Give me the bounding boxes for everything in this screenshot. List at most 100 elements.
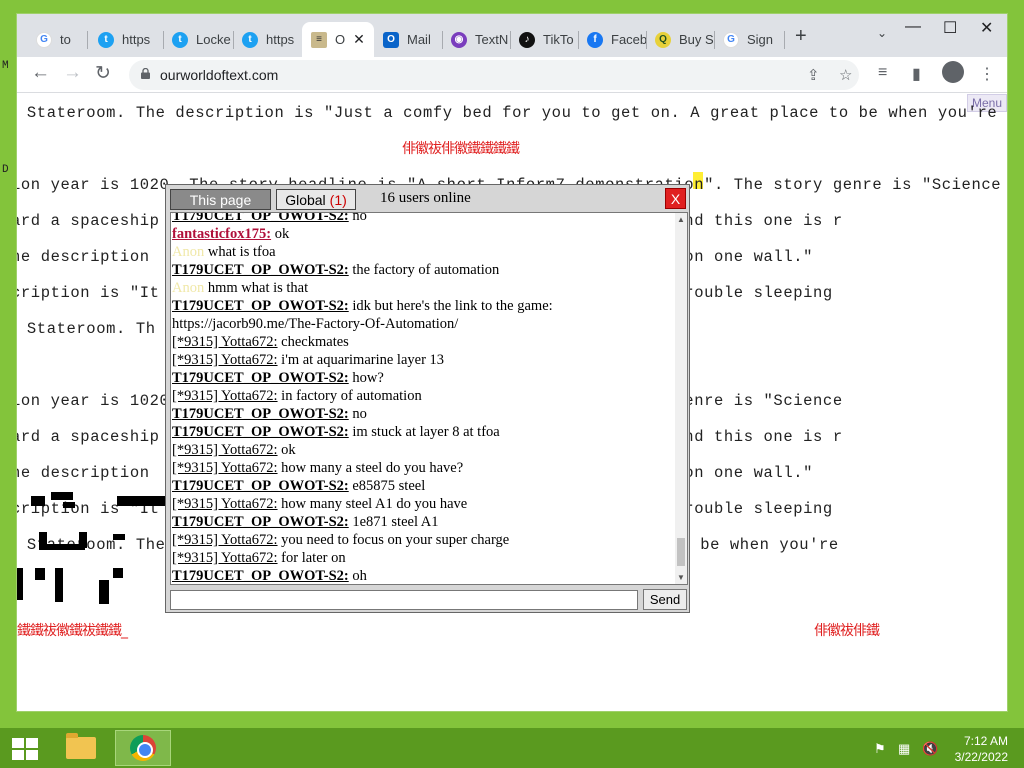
red-text: 鐵鐵祓徽鐵祓鐵鐵_	[17, 623, 128, 639]
system-clock[interactable]: 7:12 AM 3/22/2022	[955, 733, 1008, 765]
maximize-button[interactable]: ☐	[943, 18, 957, 38]
chat-username[interactable]: [*9315] Yotta672:	[172, 388, 278, 404]
tab-label: TikTo	[543, 32, 574, 47]
close-tab-icon[interactable]: ✕	[353, 31, 365, 48]
chat-message-text: how many a steel do you have?	[277, 460, 464, 476]
chat-message-text: you need to focus on your super charge	[277, 532, 510, 548]
chat-username[interactable]: T179UCET_OP_OWOT-S2:	[172, 424, 349, 440]
chrome-taskbar-button[interactable]	[115, 730, 171, 766]
tab-tiktok[interactable]: ♪ TikTo	[510, 22, 578, 57]
bookmark-star-icon[interactable]: ☆	[839, 66, 852, 84]
scroll-up-icon[interactable]: ▲	[677, 215, 685, 224]
chat-username[interactable]: [*9315] Yotta672:	[172, 550, 278, 566]
pixel-art-block	[55, 568, 63, 602]
chat-username[interactable]: [*9315] Yotta672:	[172, 532, 278, 548]
kebab-menu-icon[interactable]: ⋮	[979, 64, 995, 84]
forward-icon[interactable]: →	[63, 62, 82, 84]
windows-start-icon[interactable]	[12, 738, 38, 760]
chat-username[interactable]: T179UCET_OP_OWOT-S2:	[172, 298, 349, 314]
textnow-icon: ◉	[451, 31, 467, 48]
pixel-art-block	[117, 496, 165, 506]
chat-message-text: ok	[277, 442, 296, 458]
chat-username[interactable]: [*9315] Yotta672:	[172, 334, 278, 350]
back-icon[interactable]: ←	[31, 62, 50, 84]
chat-username[interactable]: [*9315] Yotta672:	[172, 352, 278, 368]
tab-buy[interactable]: Q Buy S	[646, 22, 714, 57]
tab-mail[interactable]: O Mail	[374, 22, 442, 57]
scroll-thumb[interactable]	[677, 538, 685, 566]
chat-username[interactable]: Anon	[172, 280, 204, 296]
tab-google[interactable]: G tony	[27, 22, 71, 57]
chat-tab-global[interactable]: Global (1)	[276, 189, 356, 210]
chat-username[interactable]: [*9315] Yotta672:	[172, 460, 278, 476]
share-icon[interactable]: ⇪	[807, 66, 820, 84]
url-text: ourworldoftext.com	[160, 67, 279, 83]
chat-message: Anon what is tfoa	[171, 243, 676, 261]
chat-scrollbar[interactable]: ▲ ▼	[675, 213, 687, 584]
profile-avatar[interactable]	[942, 61, 964, 83]
pixel-art-block	[17, 568, 23, 600]
chat-tab-this-page[interactable]: This page	[170, 189, 271, 210]
chat-username[interactable]: T179UCET_OP_OWOT-S2:	[172, 213, 349, 224]
tab-twitter-2[interactable]: t Locke	[163, 22, 231, 57]
chat-username[interactable]: T179UCET_OP_OWOT-S2:	[172, 568, 349, 584]
chat-message: T179UCET_OP_OWOT-S2: oh	[171, 567, 676, 584]
network-icon[interactable]: ▦	[898, 741, 910, 757]
new-tab-button[interactable]: +	[795, 25, 807, 48]
chat-message-text: how?	[348, 370, 384, 386]
tab-label: Locke	[196, 32, 231, 47]
chat-username[interactable]: Anon	[172, 244, 204, 260]
chat-message: T179UCET_OP_OWOT-S2: how?	[171, 369, 676, 387]
twitter-icon: t	[98, 31, 114, 48]
tab-textnow[interactable]: ◉ TextN	[442, 22, 510, 57]
tab-owot-active[interactable]: ≡ O ✕	[302, 22, 374, 57]
chat-username[interactable]: T179UCET_OP_OWOT-S2:	[172, 478, 349, 494]
tab-sign[interactable]: G Sign	[714, 22, 780, 57]
scroll-down-icon[interactable]: ▼	[677, 573, 685, 582]
chat-input[interactable]	[170, 590, 638, 610]
taskbar: ⚑ ▦ 🔇 7:12 AM 3/22/2022	[0, 728, 1024, 768]
outlook-icon: O	[383, 31, 399, 48]
file-explorer-button[interactable]	[53, 730, 109, 766]
chat-username[interactable]: T179UCET_OP_OWOT-S2:	[172, 370, 349, 386]
tab-twitter-1[interactable]: t https	[89, 22, 155, 57]
chat-username[interactable]: [*9315] Yotta672:	[172, 442, 278, 458]
google-icon: G	[36, 31, 52, 48]
flag-icon[interactable]: ⚑	[874, 741, 886, 757]
tab-label: O	[335, 32, 346, 47]
close-window-button[interactable]: ✕	[980, 18, 993, 38]
chat-username[interactable]: T179UCET_OP_OWOT-S2:	[172, 262, 349, 278]
minimize-button[interactable]: —	[905, 18, 921, 36]
twitter-icon: t	[242, 31, 258, 48]
tab-twitter-3[interactable]: t https	[233, 22, 299, 57]
pixel-art-block	[35, 568, 45, 580]
tab-facebook[interactable]: f Faceb	[578, 22, 646, 57]
side-panel-icon[interactable]: ▮	[912, 64, 921, 84]
chat-message-text: no	[348, 406, 367, 422]
tab-label: tony	[60, 32, 71, 47]
pixel-art-block	[99, 580, 109, 604]
chat-message-text: for later on	[277, 550, 346, 566]
chat-window: This page Global (1) 16 users online X T…	[165, 184, 690, 613]
chat-username[interactable]: T179UCET_OP_OWOT-S2:	[172, 514, 349, 530]
chevron-down-icon[interactable]: ⌄	[877, 26, 887, 40]
chat-message: [*9315] Yotta672: in factory of automati…	[171, 387, 676, 405]
chat-username[interactable]: fantasticfox175:	[172, 226, 271, 242]
chat-close-button[interactable]: X	[665, 188, 686, 209]
chat-message-text: https://jacorb90.me/The-Factory-Of-Autom…	[172, 316, 459, 332]
tab-label: Sign	[747, 32, 774, 47]
send-button[interactable]: Send	[643, 589, 687, 610]
chrome-icon	[130, 735, 156, 761]
address-bar[interactable]: ourworldoftext.com ⇪ ☆	[129, 60, 859, 90]
chat-username[interactable]: [*9315] Yotta672:	[172, 496, 278, 512]
chat-log[interactable]: T179UCET_OP_OWOT-S2: no fantasticfox175: …	[170, 212, 688, 585]
reading-list-icon[interactable]: ≡	[878, 64, 887, 82]
users-online-count: 16 users online	[380, 190, 471, 206]
volume-muted-icon[interactable]: 🔇	[922, 741, 938, 757]
chat-message: T179UCET_OP_OWOT-S2: im stuck at layer 8…	[171, 423, 676, 441]
chat-username[interactable]: T179UCET_OP_OWOT-S2:	[172, 406, 349, 422]
reload-icon[interactable]: ↻	[95, 62, 111, 85]
chat-tab-global-label: Global	[285, 191, 326, 208]
global-unread-count: (1)	[329, 191, 347, 208]
tab-label: Mail	[407, 32, 431, 47]
